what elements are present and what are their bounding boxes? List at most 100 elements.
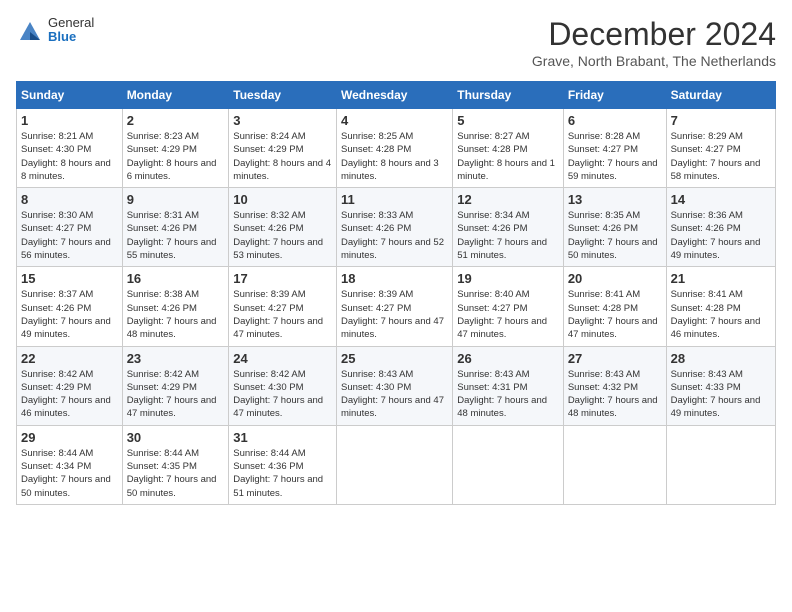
header-cell-friday: Friday: [563, 82, 666, 109]
calendar-cell: 24Sunrise: 8:42 AM Sunset: 4:30 PM Dayli…: [229, 346, 337, 425]
calendar-cell: 30 Sunrise: 8:44 AM Sunset: 4:35 PM Dayli…: [122, 425, 229, 504]
day-detail: Sunrise: 8:42 AM Sunset: 4:29 PM Dayligh…: [21, 368, 118, 421]
calendar-cell: [453, 425, 564, 504]
day-detail: Sunrise: 8:43 AM Sunset: 4:31 PM Dayligh…: [457, 368, 559, 421]
header-cell-sunday: Sunday: [17, 82, 123, 109]
day-number: 17: [233, 271, 332, 286]
calendar-cell: 1 Sunrise: 8:21 AM Sunset: 4:30 PM Daylig…: [17, 109, 123, 188]
day-detail: Sunrise: 8:44 AM Sunset: 4:36 PM Dayligh…: [233, 447, 332, 500]
calendar-cell: 5 Sunrise: 8:27 AM Sunset: 4:28 PM Daylig…: [453, 109, 564, 188]
day-detail: Sunrise: 8:39 AM Sunset: 4:27 PM Dayligh…: [233, 288, 332, 341]
day-number: 6: [568, 113, 662, 128]
calendar-cell: 9Sunrise: 8:31 AM Sunset: 4:26 PM Daylig…: [122, 188, 229, 267]
calendar-cell: 6Sunrise: 8:28 AM Sunset: 4:27 PM Daylig…: [563, 109, 666, 188]
header-row: SundayMondayTuesdayWednesdayThursdayFrid…: [17, 82, 776, 109]
header-cell-saturday: Saturday: [666, 82, 775, 109]
calendar-cell: 8 Sunrise: 8:30 AM Sunset: 4:27 PM Daylig…: [17, 188, 123, 267]
calendar-cell: 2Sunrise: 8:23 AM Sunset: 4:29 PM Daylig…: [122, 109, 229, 188]
day-detail: Sunrise: 8:27 AM Sunset: 4:28 PM Dayligh…: [457, 130, 559, 183]
calendar-week-5: 29Sunrise: 8:44 AM Sunset: 4:34 PM Dayli…: [17, 425, 776, 504]
day-number: 9: [127, 192, 225, 207]
calendar-cell: 16Sunrise: 8:38 AM Sunset: 4:26 PM Dayli…: [122, 267, 229, 346]
header-cell-thursday: Thursday: [453, 82, 564, 109]
day-detail: Sunrise: 8:36 AM Sunset: 4:26 PM Dayligh…: [671, 209, 771, 262]
calendar-cell: [337, 425, 453, 504]
calendar-cell: 10 Sunrise: 8:32 AM Sunset: 4:26 PM Dayli…: [229, 188, 337, 267]
day-number: 3: [233, 113, 332, 128]
calendar-cell: 11 Sunrise: 8:33 AM Sunset: 4:26 PM Dayli…: [337, 188, 453, 267]
logo: General Blue: [16, 16, 94, 45]
day-number: 26: [457, 351, 559, 366]
logo-general: General: [48, 16, 94, 30]
day-number: 1: [21, 113, 118, 128]
calendar-cell: 4Sunrise: 8:25 AM Sunset: 4:28 PM Daylig…: [337, 109, 453, 188]
day-detail: Sunrise: 8:24 AM Sunset: 4:29 PM Dayligh…: [233, 130, 332, 183]
month-title: December 2024: [532, 16, 776, 53]
day-number: 18: [341, 271, 448, 286]
day-detail: Sunrise: 8:44 AM Sunset: 4:35 PM Dayligh…: [127, 447, 225, 500]
day-number: 21: [671, 271, 771, 286]
calendar-week-1: 1 Sunrise: 8:21 AM Sunset: 4:30 PM Daylig…: [17, 109, 776, 188]
calendar-cell: 29Sunrise: 8:44 AM Sunset: 4:34 PM Dayli…: [17, 425, 123, 504]
day-number: 10: [233, 192, 332, 207]
day-detail: Sunrise: 8:41 AM Sunset: 4:28 PM Dayligh…: [671, 288, 771, 341]
calendar-week-4: 22Sunrise: 8:42 AM Sunset: 4:29 PM Dayli…: [17, 346, 776, 425]
calendar-cell: 27 Sunrise: 8:43 AM Sunset: 4:32 PM Dayli…: [563, 346, 666, 425]
day-number: 23: [127, 351, 225, 366]
calendar-cell: 20 Sunrise: 8:41 AM Sunset: 4:28 PM Dayli…: [563, 267, 666, 346]
day-detail: Sunrise: 8:32 AM Sunset: 4:26 PM Dayligh…: [233, 209, 332, 262]
calendar-cell: 17 Sunrise: 8:39 AM Sunset: 4:27 PM Dayli…: [229, 267, 337, 346]
day-number: 12: [457, 192, 559, 207]
day-number: 25: [341, 351, 448, 366]
day-detail: Sunrise: 8:42 AM Sunset: 4:29 PM Dayligh…: [127, 368, 225, 421]
day-detail: Sunrise: 8:33 AM Sunset: 4:26 PM Dayligh…: [341, 209, 448, 262]
header-cell-tuesday: Tuesday: [229, 82, 337, 109]
day-detail: Sunrise: 8:43 AM Sunset: 4:33 PM Dayligh…: [671, 368, 771, 421]
day-detail: Sunrise: 8:34 AM Sunset: 4:26 PM Dayligh…: [457, 209, 559, 262]
day-detail: Sunrise: 8:23 AM Sunset: 4:29 PM Dayligh…: [127, 130, 225, 183]
logo-text: General Blue: [48, 16, 94, 45]
day-number: 14: [671, 192, 771, 207]
calendar-cell: 18 Sunrise: 8:39 AM Sunset: 4:27 PM Dayli…: [337, 267, 453, 346]
day-number: 4: [341, 113, 448, 128]
day-number: 13: [568, 192, 662, 207]
calendar-cell: 13 Sunrise: 8:35 AM Sunset: 4:26 PM Dayli…: [563, 188, 666, 267]
day-detail: Sunrise: 8:40 AM Sunset: 4:27 PM Dayligh…: [457, 288, 559, 341]
day-detail: Sunrise: 8:35 AM Sunset: 4:26 PM Dayligh…: [568, 209, 662, 262]
day-number: 7: [671, 113, 771, 128]
day-number: 11: [341, 192, 448, 207]
logo-blue: Blue: [48, 30, 94, 44]
day-number: 8: [21, 192, 118, 207]
calendar-cell: 22Sunrise: 8:42 AM Sunset: 4:29 PM Dayli…: [17, 346, 123, 425]
day-number: 5: [457, 113, 559, 128]
day-number: 29: [21, 430, 118, 445]
calendar-cell: 19 Sunrise: 8:40 AM Sunset: 4:27 PM Dayli…: [453, 267, 564, 346]
day-number: 27: [568, 351, 662, 366]
calendar-cell: [666, 425, 775, 504]
day-number: 20: [568, 271, 662, 286]
day-detail: Sunrise: 8:43 AM Sunset: 4:32 PM Dayligh…: [568, 368, 662, 421]
day-number: 28: [671, 351, 771, 366]
day-number: 30: [127, 430, 225, 445]
calendar-cell: [563, 425, 666, 504]
calendar-week-2: 8 Sunrise: 8:30 AM Sunset: 4:27 PM Daylig…: [17, 188, 776, 267]
calendar-cell: 15Sunrise: 8:37 AM Sunset: 4:26 PM Dayli…: [17, 267, 123, 346]
day-detail: Sunrise: 8:39 AM Sunset: 4:27 PM Dayligh…: [341, 288, 448, 341]
day-number: 31: [233, 430, 332, 445]
calendar-cell: 7 Sunrise: 8:29 AM Sunset: 4:27 PM Daylig…: [666, 109, 775, 188]
day-number: 19: [457, 271, 559, 286]
day-detail: Sunrise: 8:38 AM Sunset: 4:26 PM Dayligh…: [127, 288, 225, 341]
calendar-cell: 14 Sunrise: 8:36 AM Sunset: 4:26 PM Dayli…: [666, 188, 775, 267]
logo-icon: [16, 18, 44, 42]
calendar-cell: 21 Sunrise: 8:41 AM Sunset: 4:28 PM Dayli…: [666, 267, 775, 346]
day-detail: Sunrise: 8:41 AM Sunset: 4:28 PM Dayligh…: [568, 288, 662, 341]
day-detail: Sunrise: 8:21 AM Sunset: 4:30 PM Dayligh…: [21, 130, 118, 183]
calendar-cell: 23 Sunrise: 8:42 AM Sunset: 4:29 PM Dayli…: [122, 346, 229, 425]
header-cell-wednesday: Wednesday: [337, 82, 453, 109]
day-detail: Sunrise: 8:30 AM Sunset: 4:27 PM Dayligh…: [21, 209, 118, 262]
page-header: General Blue December 2024 Grave, North …: [16, 16, 776, 69]
day-detail: Sunrise: 8:29 AM Sunset: 4:27 PM Dayligh…: [671, 130, 771, 183]
location-title: Grave, North Brabant, The Netherlands: [532, 53, 776, 69]
day-number: 15: [21, 271, 118, 286]
day-detail: Sunrise: 8:42 AM Sunset: 4:30 PM Dayligh…: [233, 368, 332, 421]
